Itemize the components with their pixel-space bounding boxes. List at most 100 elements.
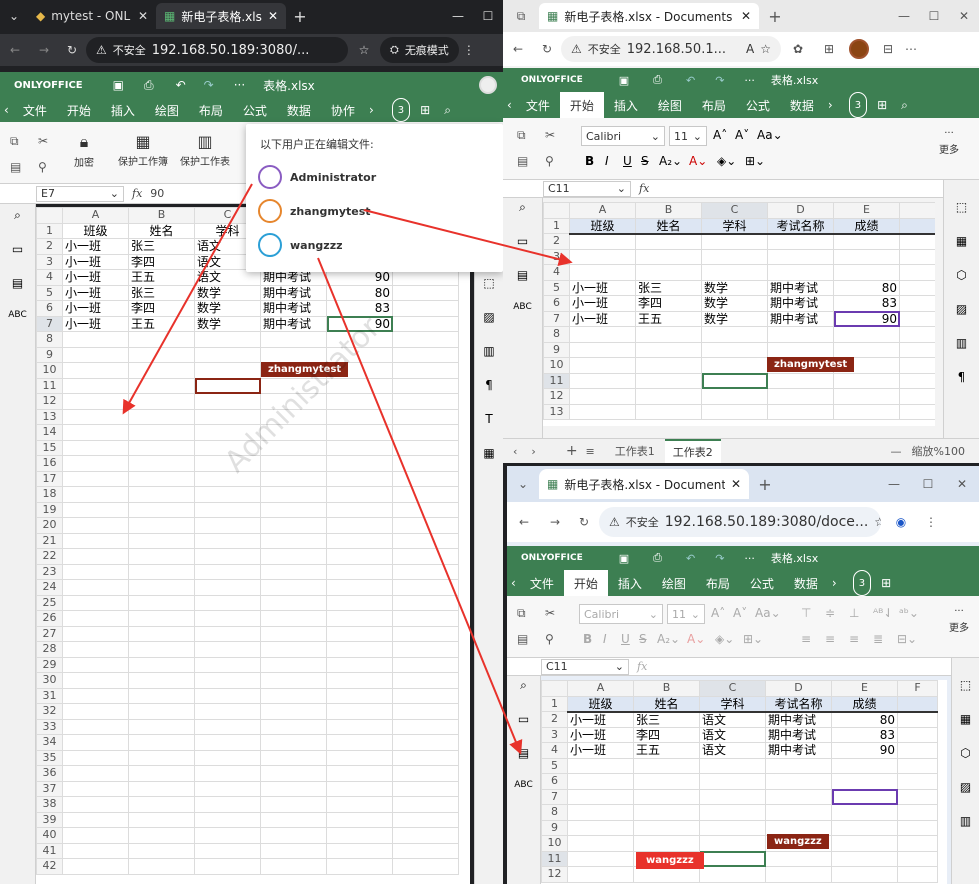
font-name-select[interactable]: Calibri ⌄ (579, 604, 663, 624)
add-sheet-icon[interactable]: + (566, 443, 578, 459)
cell[interactable] (897, 726, 938, 743)
cell[interactable] (62, 594, 129, 611)
row-header[interactable]: 10 (36, 362, 63, 379)
menu-collaborate[interactable]: 协作 (321, 98, 365, 122)
column-header[interactable]: D (767, 202, 834, 219)
row-header[interactable]: 32 (36, 703, 63, 720)
cell[interactable] (128, 625, 195, 642)
cell[interactable] (62, 393, 129, 410)
cell[interactable]: 小一班 (62, 315, 129, 332)
function-icon[interactable]: fx (639, 182, 649, 195)
align-center-icon[interactable]: ≡ (825, 632, 835, 646)
cell[interactable]: 数学 (194, 284, 261, 301)
cell[interactable] (128, 501, 195, 518)
cell[interactable]: 语文 (699, 742, 766, 759)
cell[interactable] (392, 439, 459, 456)
row-header[interactable]: 12 (541, 866, 568, 883)
rt-spreadsheet-grid[interactable]: A B C D E 1 班级 姓名 学科 考试名称 成绩 2 3 4 5 小一班 张三 数学 期中考试 80 6 小一班李… (543, 202, 935, 426)
row-header[interactable]: 41 (36, 842, 63, 859)
row-header[interactable]: 10 (541, 835, 568, 852)
row-header[interactable]: 5 (543, 279, 570, 296)
row-header[interactable]: 2 (36, 238, 63, 255)
cell[interactable]: 张三 (128, 238, 195, 255)
row-header[interactable]: 26 (36, 610, 63, 627)
cell[interactable]: 小一班 (62, 238, 129, 255)
cell[interactable] (62, 656, 129, 673)
cell[interactable] (194, 672, 261, 689)
cell[interactable] (194, 486, 261, 503)
close-window-icon[interactable]: ✕ (945, 477, 979, 491)
cell[interactable] (897, 804, 938, 821)
cell[interactable] (128, 703, 195, 720)
redo-icon[interactable]: ↷ (715, 74, 724, 87)
cell[interactable] (326, 858, 393, 875)
cell[interactable]: 成绩 (833, 217, 900, 235)
cell[interactable] (897, 742, 938, 759)
cell[interactable] (194, 842, 261, 859)
row-header[interactable]: 8 (543, 326, 570, 343)
row-header[interactable]: 28 (36, 641, 63, 658)
cell[interactable] (567, 819, 634, 836)
subscript-icon[interactable]: A₂⌄ (659, 154, 682, 168)
cell[interactable] (899, 217, 935, 235)
cell[interactable] (260, 625, 327, 642)
name-box[interactable]: C11 ⌄ (541, 658, 629, 675)
cell[interactable] (392, 780, 459, 797)
menu-data[interactable]: 数据 (277, 98, 321, 122)
cell[interactable]: 语文 (699, 711, 766, 728)
chart-settings-icon[interactable]: ▥ (475, 344, 503, 358)
cell[interactable] (899, 388, 935, 405)
cell[interactable] (128, 749, 195, 766)
paragraph-settings-icon[interactable]: ¶ (475, 378, 503, 392)
cell[interactable] (326, 718, 393, 735)
row-header[interactable]: 8 (541, 804, 568, 821)
cell-table[interactable]: ABCDE1班级姓名学科2小一班张三语文3小一班李四语文4小一班王五语文期中考试… (36, 207, 459, 875)
table-settings-icon[interactable]: ▦ (952, 712, 979, 726)
italic-icon[interactable]: I (603, 632, 607, 646)
table-settings-icon[interactable]: ▦ (944, 234, 979, 248)
tab-search-icon[interactable]: ⌄ (0, 9, 28, 23)
cell[interactable] (62, 424, 129, 441)
cell[interactable] (831, 850, 898, 867)
reload-icon[interactable]: ↻ (533, 42, 561, 56)
shape-settings-icon[interactable]: ⬡ (944, 268, 979, 282)
formula-input[interactable]: 90 (150, 187, 164, 200)
cell[interactable] (326, 532, 393, 549)
cell[interactable] (260, 842, 327, 859)
image-settings-icon[interactable]: ▨ (944, 302, 979, 316)
cell[interactable]: 期中考试 (765, 742, 832, 759)
sheet-tab-active[interactable]: 工作表2 (664, 439, 721, 463)
cell[interactable] (569, 264, 636, 281)
chat-icon[interactable]: ▤ (503, 268, 542, 282)
cell[interactable] (194, 517, 261, 534)
cell[interactable] (260, 470, 327, 487)
cell[interactable] (128, 579, 195, 596)
row-header[interactable]: 3 (541, 726, 568, 743)
print-icon[interactable]: ⎙ (653, 551, 662, 565)
cell[interactable] (765, 804, 832, 821)
cell[interactable] (767, 248, 834, 265)
cell[interactable] (62, 734, 129, 751)
cell[interactable]: 考试名称 (765, 695, 832, 713)
menu-scroll-left-icon[interactable]: ‹ (0, 98, 13, 122)
cell[interactable] (392, 470, 459, 487)
cell[interactable] (326, 439, 393, 456)
cell[interactable] (392, 408, 459, 425)
menu-formula[interactable]: 公式 (740, 570, 784, 596)
cell[interactable] (128, 796, 195, 813)
cell[interactable] (128, 424, 195, 441)
cell[interactable] (569, 341, 636, 358)
cell[interactable]: 张三 (128, 284, 195, 301)
rt-tab-spreadsheet[interactable]: ▦ 新电子表格.xlsx - Documents ✕ (539, 3, 759, 29)
cell[interactable]: 小一班 (62, 269, 129, 286)
cell[interactable] (194, 780, 261, 797)
menu-formula[interactable]: 公式 (736, 92, 780, 118)
cell[interactable] (62, 687, 129, 704)
cell[interactable] (567, 866, 634, 883)
cell[interactable] (767, 264, 834, 281)
cell[interactable] (260, 656, 327, 673)
column-header[interactable]: B (635, 202, 702, 219)
cell[interactable] (62, 610, 129, 627)
row-header[interactable]: 39 (36, 811, 63, 828)
cell[interactable] (633, 819, 700, 836)
